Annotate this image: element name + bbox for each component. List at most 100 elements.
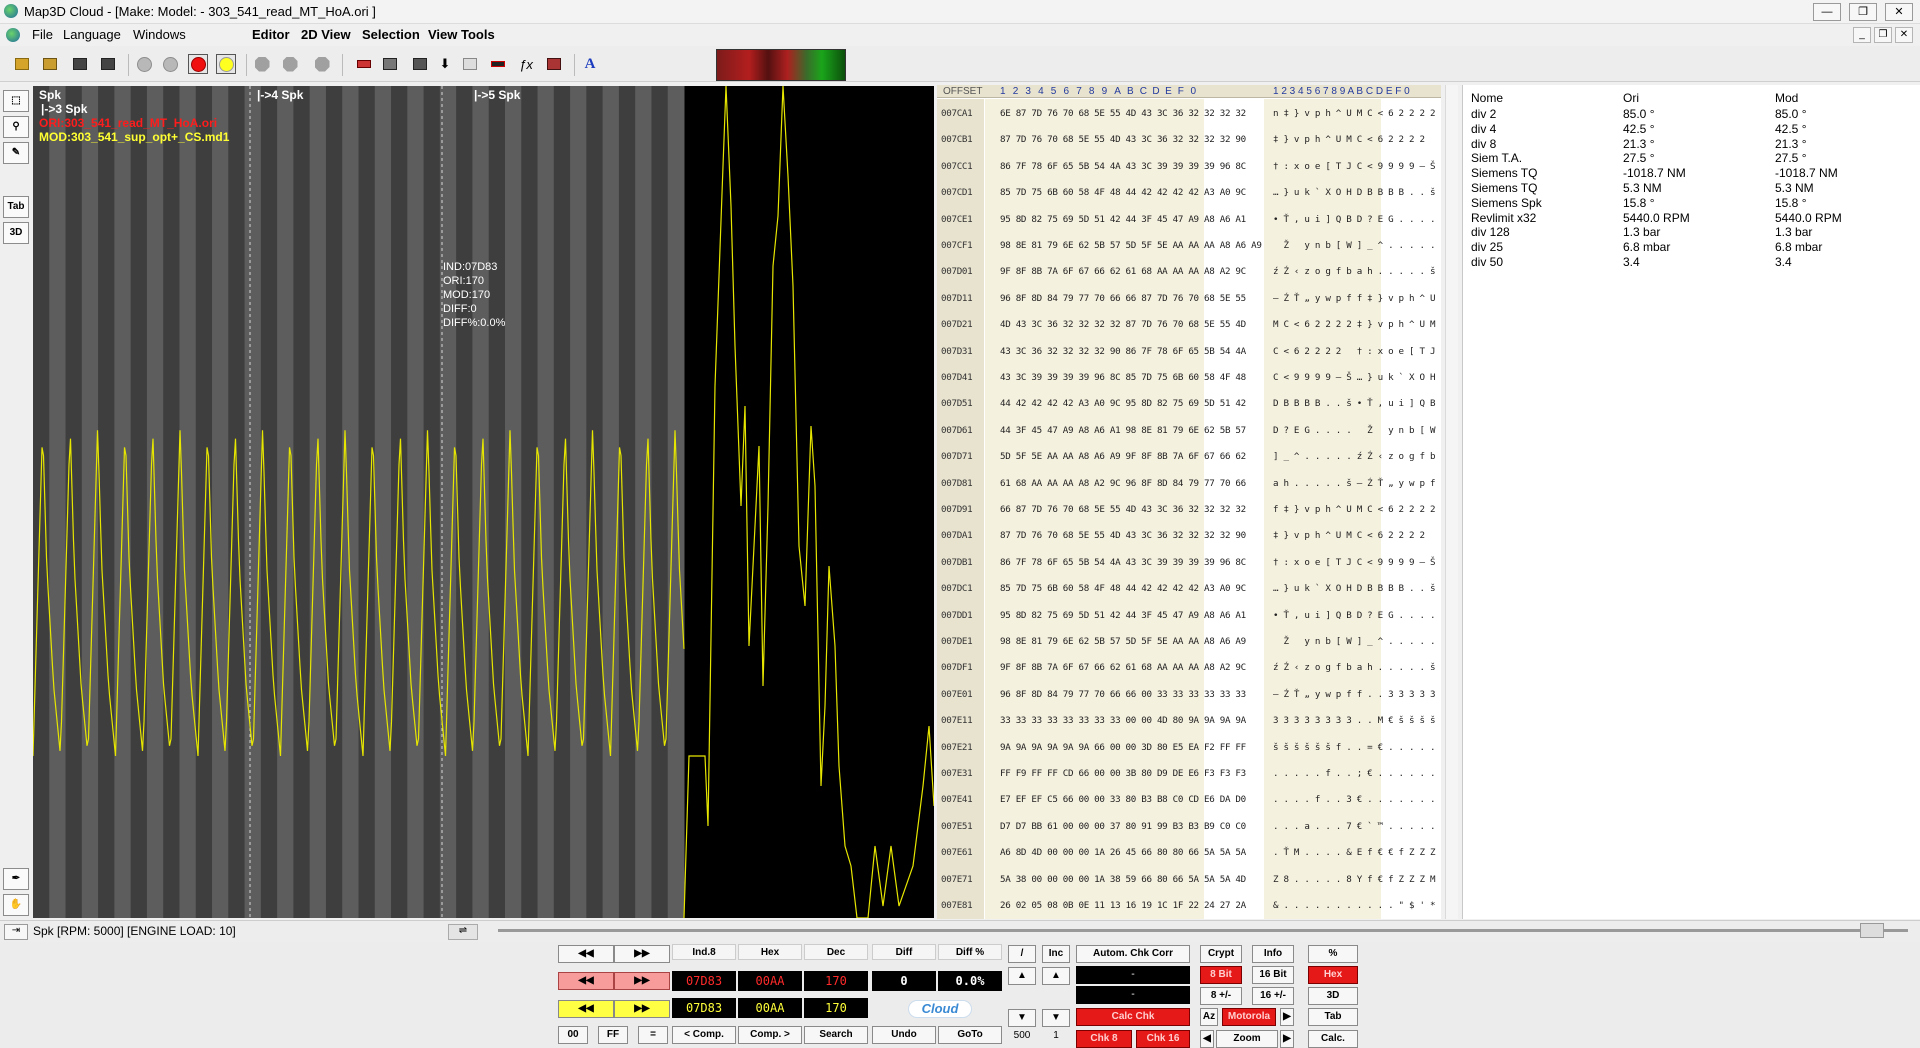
pencil-tool-icon[interactable]: ✎ (3, 142, 29, 164)
hex-row[interactable]: 007CD1 85 7D 75 6B 60 58 4F 48 44 42 42 4… (937, 178, 1441, 204)
hex-bytes[interactable]: 4D 43 3C 36 32 32 32 32 87 7D 76 70 68 5… (1000, 319, 1246, 330)
menu-2d-view[interactable]: 2D View (301, 27, 351, 42)
hex-bytes[interactable]: FF F9 FF FF CD 66 00 00 3B 80 D9 DE E6 F… (1000, 768, 1246, 779)
hex-ascii[interactable]: … } u k ` X O H D B B B B . . š (1273, 187, 1435, 198)
open-compare-icon[interactable] (40, 54, 60, 74)
hex-scrollbar[interactable] (1445, 85, 1458, 919)
byteorder-next-button[interactable]: ▶ (1280, 1008, 1294, 1026)
parameter-row[interactable]: div 50 3.4 3.4 (1463, 253, 1920, 271)
horizontal-scroll-thumb[interactable] (1860, 923, 1884, 938)
step-down-button[interactable]: ▼ (1008, 1009, 1036, 1027)
hex-bytes[interactable]: A6 8D 4D 00 00 00 1A 26 45 66 80 80 66 5… (1000, 847, 1246, 858)
step-up-button[interactable]: ▲ (1008, 967, 1036, 985)
hex-bytes[interactable]: 87 7D 76 70 68 5E 55 4D 43 3C 36 32 32 3… (1000, 134, 1246, 145)
nav-right-button[interactable]: ▶▶ (614, 945, 670, 963)
crypt-button[interactable]: Crypt (1200, 945, 1242, 963)
hex-bytes[interactable]: 5D 5F 5E AA AA A8 A6 A9 9F 8F 8B 7A 6F 6… (1000, 451, 1246, 462)
hex-ascii[interactable]: n ‡ } v p h ^ U M C < 6 2 2 2 2 (1273, 108, 1435, 119)
8bit-signed-button[interactable]: 8 +/- (1200, 987, 1242, 1005)
hex-ascii[interactable]: C < 9 9 9 9 – Š … } u k ` X O H (1273, 372, 1435, 383)
grey-shape-icon[interactable] (252, 54, 272, 74)
mod-prev-button[interactable]: ◀◀ (558, 1000, 614, 1018)
hex-row[interactable]: 007E41 E7 EF EF C5 66 00 00 33 80 B3 B8 C… (937, 785, 1441, 811)
hex-bytes[interactable]: 95 8D 82 75 69 5D 51 42 44 3F 45 47 A9 A… (1000, 610, 1246, 621)
comp-right-button[interactable]: Comp. > (738, 1026, 802, 1044)
hex-bytes[interactable]: 96 8F 8D 84 79 77 70 66 66 87 7D 76 70 6… (1000, 293, 1246, 304)
hex-row[interactable]: 007CE1 95 8D 82 75 69 5D 51 42 44 3F 45 4… (937, 205, 1441, 231)
hex-bytes[interactable]: 66 87 7D 76 70 68 5E 55 4D 43 3C 36 32 3… (1000, 504, 1246, 515)
nav-left-button[interactable]: ◀◀ (558, 945, 614, 963)
col-header-name[interactable]: Nome (1471, 91, 1503, 105)
comp-left-button[interactable]: < Comp. (672, 1026, 736, 1044)
hex-row[interactable]: 007E31 FF F9 FF FF CD 66 00 00 3B 80 D9 D… (937, 759, 1441, 785)
copy-icon[interactable] (460, 54, 480, 74)
save-as-icon[interactable] (98, 54, 118, 74)
hex-row[interactable]: 007D71 5D 5F 5E AA AA A8 A6 A9 9F 8F 8B 7… (937, 442, 1441, 468)
hex-body[interactable]: 007CA1 6E 87 7D 76 70 68 5E 55 4D 43 3C 3… (937, 99, 1441, 919)
col-header-ori[interactable]: Ori (1623, 91, 1639, 105)
16bit-signed-button[interactable]: 16 +/- (1252, 987, 1294, 1005)
hex-ascii[interactable]: ] _ ^ . . . . . ź Ź ‹ z o g f b (1273, 451, 1435, 462)
hex-ascii[interactable]: ‡ } v p h ^ U M C < 6 2 2 2 2 (1273, 134, 1425, 145)
hex-bytes[interactable]: D7 D7 BB 61 00 00 00 37 80 91 99 B3 B3 B… (1000, 821, 1246, 832)
splitter-icon[interactable]: ⇌ (448, 924, 478, 940)
grey-circle-2-icon[interactable] (160, 54, 180, 74)
ori-prev-button[interactable]: ◀◀ (558, 972, 614, 990)
3d-view-button[interactable]: 3D (1308, 987, 1358, 1005)
tab-view-button[interactable]: Tab (3, 196, 29, 218)
zoom-button[interactable]: Zoom (1216, 1030, 1278, 1048)
info-button[interactable]: Info (1252, 945, 1294, 963)
hex-ascii[interactable]: Ž y n b [ W ] _ ^ . . . . . (1273, 240, 1435, 251)
mdi-close-button[interactable]: ✕ (1895, 27, 1913, 43)
calc-button[interactable]: Calc. (1308, 1030, 1358, 1048)
hex-ascii[interactable]: Z 8 . . . . . 8 Y f € f Z Z Z M (1273, 874, 1435, 885)
view-3d-button[interactable]: 3D (3, 222, 29, 244)
inc-up-button[interactable]: ▲ (1042, 967, 1070, 985)
bar-icon[interactable] (488, 54, 508, 74)
menu-language[interactable]: Language (63, 27, 121, 42)
arrow-down-icon[interactable]: ⬇ (435, 54, 455, 74)
hex-ascii[interactable]: š š š š š š f . . = € . . . . . (1273, 742, 1435, 753)
printer-icon[interactable] (544, 54, 564, 74)
menu-editor[interactable]: Editor (252, 27, 290, 42)
hex-bytes[interactable]: 96 8F 8D 84 79 77 70 66 66 00 33 33 33 3… (1000, 689, 1246, 700)
hex-bytes[interactable]: 43 3C 36 32 32 32 32 90 86 7F 78 6F 65 5… (1000, 346, 1246, 357)
graph-canvas[interactable] (33, 86, 934, 918)
auto-checksum-button[interactable]: Autom. Chk Corr (1076, 945, 1190, 963)
zoom-next-button[interactable]: ▶ (1280, 1030, 1294, 1048)
mod-next-button[interactable]: ▶▶ (614, 1000, 670, 1018)
hex-row[interactable]: 007DC1 85 7D 75 6B 60 58 4F 48 44 42 42 4… (937, 574, 1441, 600)
zoom-prev-button[interactable]: ◀ (1200, 1030, 1214, 1048)
maximize-button[interactable]: ❐ (1849, 3, 1877, 21)
col-header-mod[interactable]: Mod (1775, 91, 1798, 105)
fill-00-button[interactable]: 00 (558, 1026, 588, 1044)
hex-row[interactable]: 007D41 43 3C 39 39 39 39 96 8C 85 7D 75 6… (937, 363, 1441, 389)
menu-selection[interactable]: Selection (362, 27, 420, 42)
equal-button[interactable]: = (638, 1026, 668, 1044)
chk8-button[interactable]: Chk 8 (1076, 1030, 1132, 1048)
hex-bytes[interactable]: 98 8E 81 79 6E 62 5B 57 5D 5F 5E AA AA A… (1000, 636, 1246, 647)
hex-bytes[interactable]: 85 7D 75 6B 60 58 4F 48 44 42 42 42 42 A… (1000, 583, 1246, 594)
hex-bytes[interactable]: 61 68 AA AA AA A8 A2 9C 96 8F 8D 84 79 7… (1000, 478, 1246, 489)
hex-row[interactable]: 007D51 44 42 42 42 42 A3 A0 9C 95 8D 82 7… (937, 389, 1441, 415)
hex-row[interactable]: 007E81 26 02 05 08 0B 0E 11 13 16 19 1C 1… (937, 891, 1441, 917)
hex-bytes[interactable]: 86 7F 78 6F 65 5B 54 4A 43 3C 39 39 39 3… (1000, 557, 1246, 568)
eyedropper-tool-icon[interactable]: ✒ (3, 868, 29, 890)
hex-ascii[interactable]: D B B B B . . š • Ť , u i ] Q B (1273, 398, 1435, 409)
hex-bytes[interactable]: 6E 87 7D 76 70 68 5E 55 4D 43 3C 36 32 3… (1000, 108, 1246, 119)
search-button[interactable]: Search (804, 1026, 868, 1044)
minimize-button[interactable]: — (1813, 3, 1841, 21)
save-icon[interactable] (70, 54, 90, 74)
hex-row[interactable]: 007CA1 6E 87 7D 76 70 68 5E 55 4D 43 3C 3… (937, 99, 1441, 125)
hex-row[interactable]: 007D91 66 87 7D 76 70 68 5E 55 4D 43 3C 3… (937, 495, 1441, 521)
ori-next-button[interactable]: ▶▶ (614, 972, 670, 990)
goto-button[interactable]: GoTo (938, 1026, 1002, 1044)
hex-bytes[interactable]: E7 EF EF C5 66 00 00 33 80 B3 B8 C0 CD E… (1000, 794, 1246, 805)
motorola-button[interactable]: Motorola (1222, 1008, 1276, 1026)
hex-ascii[interactable]: & . . . . . . . . . . . " $ ' * (1273, 900, 1435, 911)
hex-bytes[interactable]: 44 3F 45 47 A9 A8 A6 A1 98 8E 81 79 6E 6… (1000, 425, 1246, 436)
menu-windows[interactable]: Windows (133, 27, 186, 42)
hex-row[interactable]: 007DB1 86 7F 78 6F 65 5B 54 4A 43 3C 39 3… (937, 548, 1441, 574)
percent-button[interactable]: % (1308, 945, 1358, 963)
az-button[interactable]: Az (1200, 1008, 1218, 1026)
